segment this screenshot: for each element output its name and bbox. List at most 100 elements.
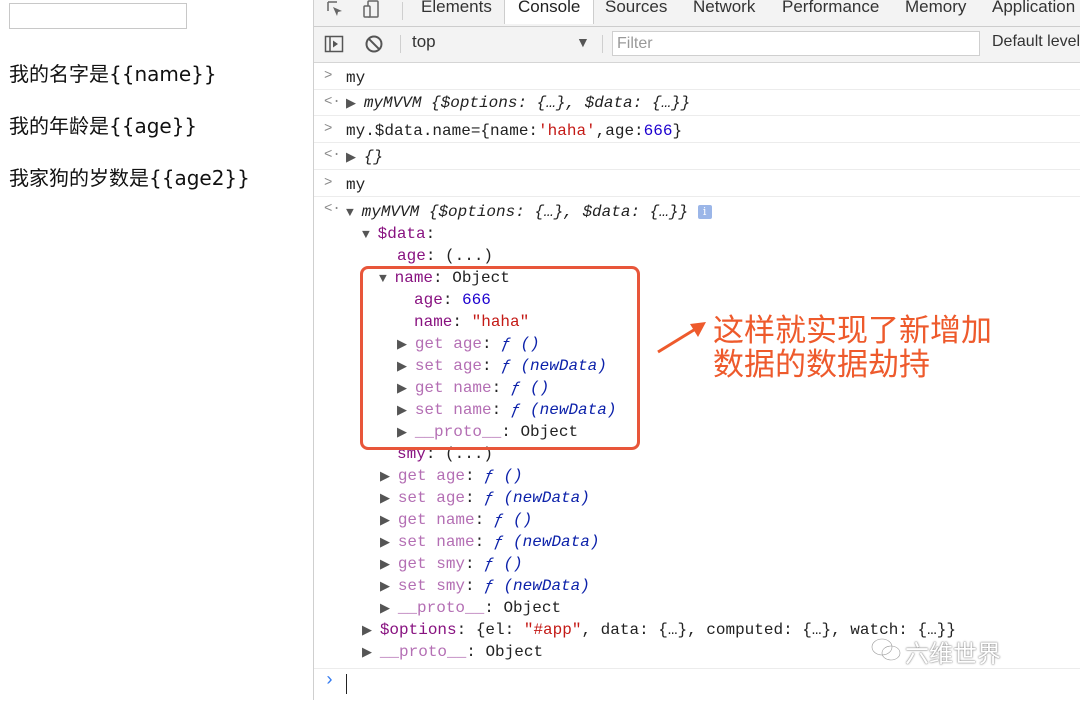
expand-result-toggle[interactable]: ▼ myMVVM {$options: {…}, $data: {…}} i [346,201,712,223]
property-value: {el: [475,621,524,639]
tree-node-age[interactable]: age: (...) [397,245,493,267]
expanded-triangle-icon[interactable]: ▼ [362,227,378,242]
collapsed-triangle-icon[interactable]: ▶ [362,645,380,660]
tab-network[interactable]: Network [680,0,768,24]
console-prompt[interactable]: › [314,668,1080,701]
code-number: 666 [643,122,673,140]
collapsed-triangle-icon[interactable]: ▶ [362,623,380,638]
annotation-line: 数据的数据劫持 [713,347,930,383]
tree-node-set-age[interactable]: ▶ set age: ƒ (newData) [380,487,590,509]
accessor-key: __proto__ [379,643,467,661]
tab-elements[interactable]: Elements [408,0,505,24]
property-value: Object [503,599,562,617]
name-template-line: 我的名字是{{name}} [9,62,217,86]
tab-console[interactable]: Console [504,0,595,24]
age-template-line: 我的年龄是{{age}} [9,114,198,138]
wechat-logo-icon [871,638,901,661]
clear-console-icon[interactable] [364,34,384,59]
code-string: "#app" [523,621,582,639]
tab-memory[interactable]: Memory [892,0,979,24]
console-input-text: my.$data.name={name:'haha',age:666} [346,120,682,142]
tree-node-proto[interactable]: ▶ __proto__: Object [380,597,561,619]
tree-node-options[interactable]: ▶ $options: {el: "#app", data: {…}, comp… [362,619,956,641]
accessor-key: get name [397,511,475,529]
input-prompt-icon: > [324,175,333,191]
tree-node-get-smy[interactable]: ▶ get smy: ƒ () [380,553,523,575]
lazy-getter-value[interactable]: (...) [445,247,493,265]
tab-sources[interactable]: Sources [592,0,680,24]
input-prompt-icon: > [324,68,333,84]
tree-node-get-age[interactable]: ▶ get age: ƒ () [380,465,523,487]
console-toolbar: top ▼ Filter Default levels [314,27,1080,63]
object-preview: {} [363,148,384,166]
expanded-triangle-icon[interactable]: ▼ [346,205,362,220]
dog-age-template-line: 我家狗的岁数是{{age2}} [9,166,250,190]
code-text: ,age: [595,122,644,140]
input-prompt-icon: > [324,121,333,137]
object-class-name: myMVVM [361,203,420,221]
chevron-down-icon[interactable]: ▼ [576,34,590,50]
property-value: Object [485,643,544,661]
device-toolbar-icon[interactable] [362,0,382,22]
collapsed-triangle-icon[interactable]: ▶ [380,469,398,484]
console-input-text: my [346,176,366,194]
function-value: ƒ () [493,511,533,529]
tab-application[interactable]: Application [979,0,1080,24]
annotation-line: 这样就实现了新增加 [713,313,992,349]
tree-node-proto[interactable]: ▶ __proto__: Object [362,641,543,663]
watermark-text: 六维世界 [905,640,1001,668]
toolbar-separator [400,35,401,53]
result-arrow-icon: <· [324,94,341,110]
accessor-key: set age [397,489,466,507]
text-caret [346,674,347,694]
accessor-key: __proto__ [397,599,485,617]
accessor-key: set name [397,533,475,551]
show-sidebar-icon[interactable] [324,34,344,59]
collapsed-triangle-icon[interactable]: ▶ [380,601,398,616]
annotation-arrow-icon [657,322,706,354]
function-value: ƒ (newData) [484,489,590,507]
accessor-key: set smy [397,577,466,595]
devtools-tabbar: Elements Console Sources Network Perform… [314,0,1080,27]
inspect-element-icon[interactable] [326,0,346,22]
filter-input[interactable]: Filter [612,31,980,56]
console-input-entry: > my [314,63,1080,90]
tab-performance[interactable]: Performance [769,0,892,24]
rendered-page: 我的名字是{{name}} 我的年龄是{{age}} 我家狗的岁数是{{age2… [0,0,313,700]
tree-node-data[interactable]: ▼ $data: [362,223,435,245]
tree-node-get-name[interactable]: ▶ get name: ƒ () [380,509,532,531]
toolbar-separator [602,35,603,53]
function-value: ƒ (newData) [493,533,600,551]
collapsed-triangle-icon[interactable]: ▶ [380,557,398,572]
toolbar-separator [402,2,403,20]
collapsed-triangle-icon[interactable]: ▶ [380,579,398,594]
code-string: 'haha' [538,122,596,140]
collapsed-triangle-icon[interactable]: ▶ [346,150,364,165]
console-result-entry[interactable]: <· ▶ myMVVM {$options: {…}, $data: {…}} [314,90,1080,116]
tree-node-set-smy[interactable]: ▶ set smy: ƒ (newData) [380,575,590,597]
code-text: my.$data.name={name: [346,122,539,140]
result-arrow-icon: <· [324,147,341,163]
collapsed-triangle-icon[interactable]: ▶ [380,491,398,506]
collapsed-triangle-icon[interactable]: ▶ [380,535,398,550]
accessor-key: get age [397,467,466,485]
function-value: ƒ (newData) [484,577,590,595]
property-key: $data [377,225,426,243]
console-input-text: my [346,69,366,87]
prompt-chevron-icon: › [324,671,335,691]
console-result-entry[interactable]: <· ▶ {} [314,143,1080,170]
info-icon[interactable]: i [697,204,712,219]
context-selector[interactable]: top [412,32,436,52]
expand-result-toggle[interactable]: ▶ {} [346,146,383,168]
collapsed-triangle-icon[interactable]: ▶ [346,96,364,111]
collapsed-triangle-icon[interactable]: ▶ [380,513,398,528]
page-text-input[interactable] [9,3,187,29]
function-value: ƒ () [484,467,523,485]
function-value: ƒ () [484,555,523,573]
console-input-entry: > my [314,170,1080,197]
object-preview: {$options: {…}, $data: {…}} [421,94,691,112]
accessor-key: get smy [397,555,466,573]
tree-node-set-name[interactable]: ▶ set name: ƒ (newData) [380,531,599,553]
expand-result-toggle[interactable]: ▶ myMVVM {$options: {…}, $data: {…}} [346,92,690,114]
log-levels-dropdown[interactable]: Default levels [992,33,1080,51]
